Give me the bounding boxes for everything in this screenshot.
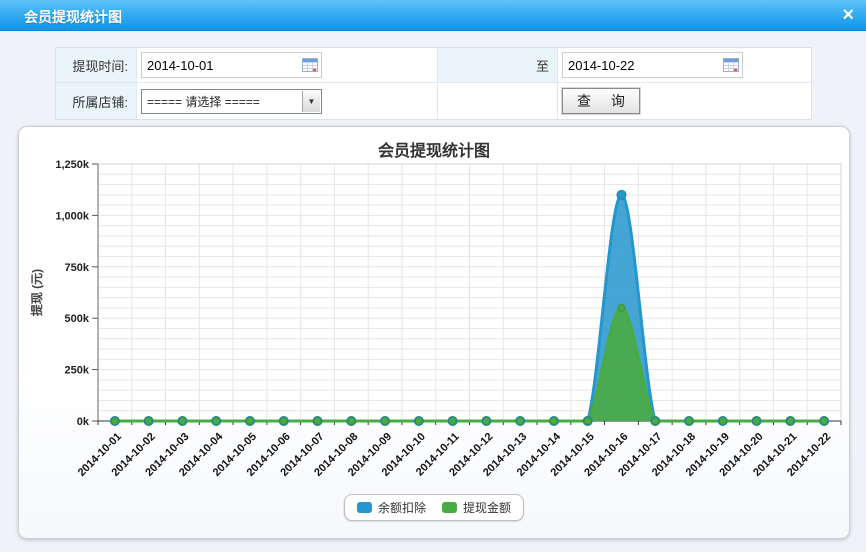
form-row-shop: 所属店铺: ===== 请选择 ===== ▼ 查 询 bbox=[56, 83, 811, 119]
chart-panel: 会员提现统计图 0k250k500k750k1,000k1,250k2014-1… bbox=[18, 126, 850, 539]
svg-text:750k: 750k bbox=[65, 262, 90, 274]
filter-form: 提现时间: 至 bbox=[55, 47, 812, 120]
shop-select-cell: ===== 请选择 ===== ▼ bbox=[136, 83, 437, 119]
end-date-cell bbox=[557, 48, 811, 82]
dialog-titlebar: 会员提现统计图 × bbox=[0, 0, 866, 31]
chevron-down-icon[interactable]: ▼ bbox=[302, 91, 320, 112]
svg-text:1,250k: 1,250k bbox=[55, 159, 90, 171]
legend-item-withdraw-amount[interactable]: 提现金额 bbox=[442, 499, 511, 516]
dialog-title: 会员提现统计图 bbox=[24, 7, 122, 27]
chart-legend: 余额扣除 提现金额 bbox=[344, 494, 524, 521]
shop-select[interactable]: ===== 请选择 ===== ▼ bbox=[141, 89, 322, 114]
start-date-wrap bbox=[141, 52, 322, 78]
close-icon[interactable]: × bbox=[842, 3, 854, 27]
shop-label: 所属店铺: bbox=[56, 83, 136, 119]
svg-text:0k: 0k bbox=[77, 416, 90, 428]
legend-label: 余额扣除 bbox=[378, 499, 426, 516]
svg-text:1,000k: 1,000k bbox=[55, 210, 90, 222]
legend-swatch-green bbox=[442, 502, 457, 513]
legend-swatch-blue bbox=[357, 502, 372, 513]
chart-plot: 0k250k500k750k1,000k1,250k2014-10-012014… bbox=[19, 127, 849, 538]
calendar-icon[interactable] bbox=[723, 58, 739, 72]
end-date-input[interactable] bbox=[562, 52, 743, 78]
svg-text:250k: 250k bbox=[65, 365, 90, 377]
calendar-icon[interactable] bbox=[302, 58, 318, 72]
legend-item-balance-deduction[interactable]: 余额扣除 bbox=[357, 499, 426, 516]
member-withdraw-stats-dialog: 会员提现统计图 × 提现时间: bbox=[0, 0, 866, 552]
form-row-dates: 提现时间: 至 bbox=[56, 48, 811, 83]
start-date-input[interactable] bbox=[141, 52, 322, 78]
to-label: 至 bbox=[437, 48, 557, 82]
start-date-cell bbox=[136, 48, 437, 82]
svg-text:提现 (元): 提现 (元) bbox=[29, 269, 44, 316]
end-date-wrap bbox=[562, 52, 743, 78]
svg-text:500k: 500k bbox=[65, 313, 90, 325]
empty-cell bbox=[437, 83, 557, 119]
legend-label: 提现金额 bbox=[463, 499, 511, 516]
shop-select-value: ===== 请选择 ===== bbox=[147, 93, 260, 110]
query-button[interactable]: 查 询 bbox=[562, 88, 640, 114]
query-cell: 查 询 bbox=[557, 83, 811, 119]
withdraw-time-label: 提现时间: bbox=[56, 48, 136, 82]
